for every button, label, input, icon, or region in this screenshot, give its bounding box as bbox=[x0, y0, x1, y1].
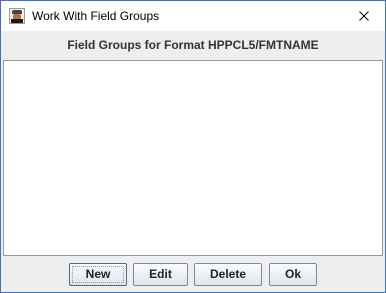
delete-button-label: Delete bbox=[209, 267, 247, 281]
ok-button-label: Ok bbox=[284, 267, 301, 281]
close-button[interactable] bbox=[351, 4, 377, 28]
edit-button[interactable]: Edit bbox=[133, 263, 188, 286]
field-groups-list[interactable] bbox=[3, 60, 383, 256]
new-button-label: New bbox=[85, 267, 111, 281]
close-icon bbox=[359, 11, 369, 21]
window-title: Work With Field Groups bbox=[32, 9, 160, 23]
dialog-window: Work With Field Groups Field Groups for … bbox=[0, 0, 386, 293]
title-bar[interactable]: Work With Field Groups bbox=[1, 1, 385, 31]
new-button[interactable]: New bbox=[69, 263, 127, 286]
ok-button[interactable]: Ok bbox=[269, 263, 317, 286]
app-icon bbox=[9, 8, 25, 24]
edit-button-label: Edit bbox=[149, 267, 172, 281]
delete-button[interactable]: Delete bbox=[194, 263, 262, 286]
field-groups-heading: Field Groups for Format HPPCL5/FMTNAME bbox=[67, 38, 319, 52]
